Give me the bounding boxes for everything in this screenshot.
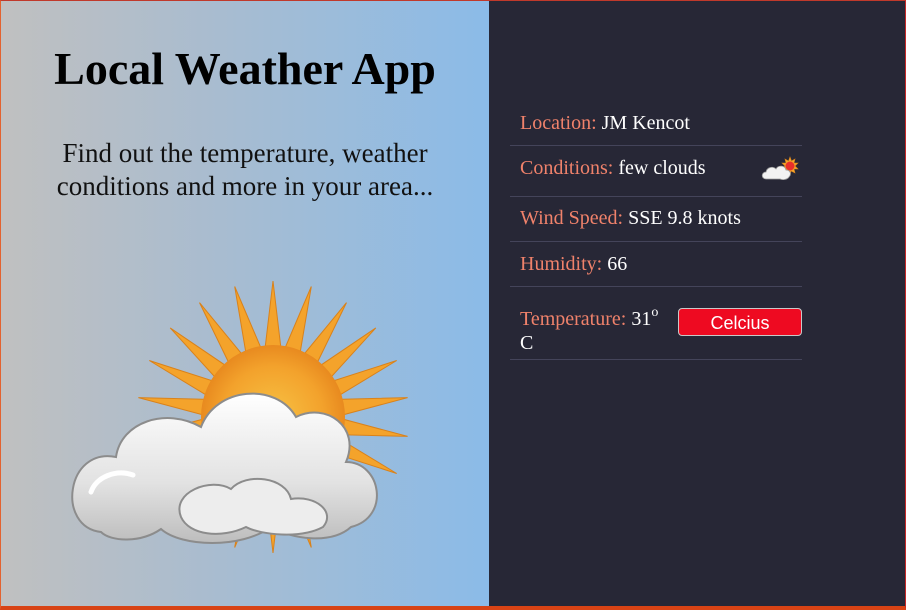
conditions-row: Conditions: few clouds [510,146,802,197]
unit-toggle-button[interactable]: Celcius [678,308,802,336]
location-value: JM Kencot [601,112,690,134]
conditions-label: Conditions: [520,157,614,179]
conditions-value: few clouds [618,157,706,179]
humidity-label: Humidity: [520,253,603,275]
weather-info-list: Location: JM Kencot Conditions: few clou… [510,101,802,360]
page-subtitle: Find out the temperature, weather condit… [56,138,434,201]
few-clouds-icon [761,156,799,180]
temperature-unit: C [520,332,534,354]
location-row: Location: JM Kencot [510,101,802,146]
page-title: Local Weather App [54,43,436,94]
weather-panel: Location: JM Kencot Conditions: few clou… [489,1,905,606]
degree-symbol: o [651,305,659,320]
sun-behind-cloud-icon [71,280,408,554]
humidity-value: 66 [607,253,628,275]
temperature-label: Temperature: [520,308,627,330]
wind-value: SSE 9.8 knots [628,207,741,229]
app-frame: Local Weather App Find out the temperatu… [0,0,906,610]
temperature-row: Temperature: 31o C Celcius [510,287,802,360]
wind-row: Wind Speed: SSE 9.8 knots [510,197,802,242]
temperature-value: 31 [631,308,652,330]
wind-label: Wind Speed: [520,207,624,229]
humidity-row: Humidity: 66 [510,242,802,287]
temperature-readout: Temperature: 31o C [520,301,670,355]
location-label: Location: [520,112,597,134]
intro-panel: Local Weather App Find out the temperatu… [1,1,489,606]
